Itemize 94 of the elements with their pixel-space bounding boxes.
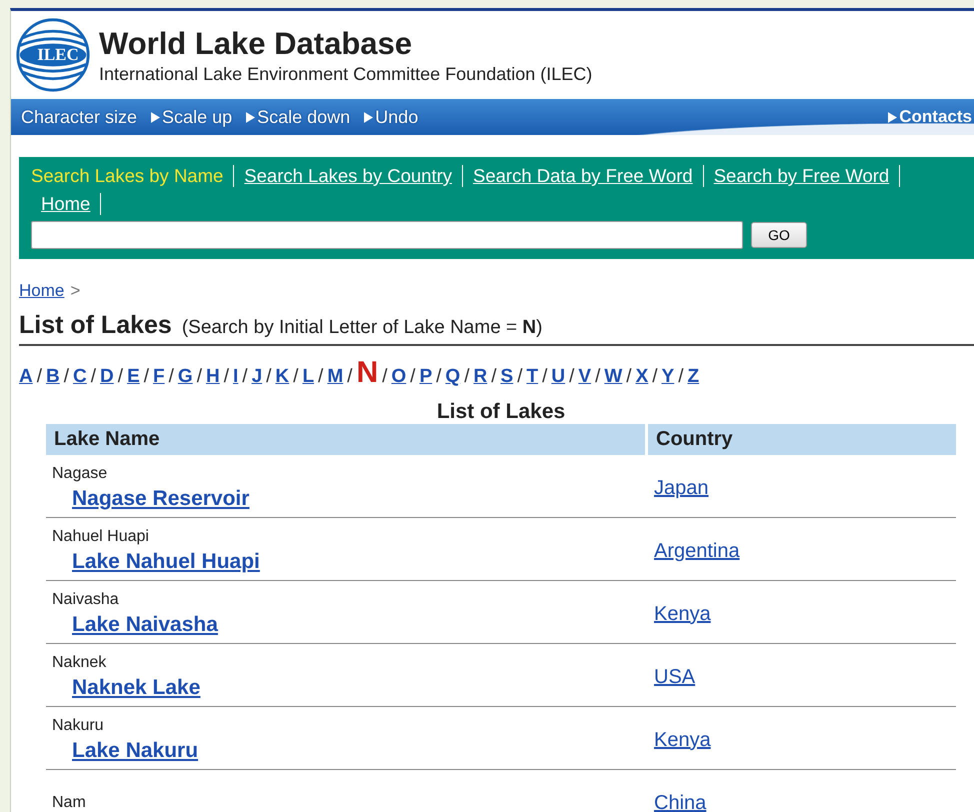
letter-link[interactable]: B [46, 366, 60, 388]
letter-separator: / [382, 366, 388, 388]
country-link[interactable]: USA [654, 666, 696, 688]
column-header: Country [648, 424, 956, 455]
letter-link[interactable]: Z [688, 366, 700, 388]
letter-separator: / [90, 366, 96, 388]
country-link[interactable]: Kenya [654, 602, 711, 624]
letter-separator: / [410, 366, 416, 388]
letter-separator: / [293, 366, 298, 388]
triangle-icon [246, 112, 256, 122]
letter-separator: / [436, 366, 442, 388]
letter-link[interactable]: M [327, 366, 344, 388]
letter-link[interactable]: S [500, 366, 514, 388]
contacts-link[interactable]: Contacts [899, 107, 972, 127]
go-button[interactable]: GO [751, 222, 807, 248]
letter-link[interactable]: A [19, 366, 33, 388]
logo-icon [15, 17, 91, 93]
letter-separator: / [266, 366, 272, 388]
lake-short-name: Nagase [52, 465, 108, 483]
letter-separator: / [595, 366, 600, 388]
lake-name-link[interactable]: Lake Nakuru [72, 739, 198, 763]
lake-short-name: Naknek [52, 654, 108, 672]
search-note: (Search by Initial Letter of Lake Name = N) [182, 317, 542, 339]
country-link[interactable]: Japan [654, 476, 708, 498]
site-subtitle: International Lake Environment Committee Foundation (ILEC) [99, 64, 592, 84]
page-title: List of Lakes [19, 311, 172, 340]
letter-link[interactable]: J [252, 366, 262, 388]
breadcrumb-separator: > [70, 281, 80, 301]
lake-short-name: Nahuel Huapi [52, 528, 150, 546]
letter-link[interactable]: D [100, 366, 114, 388]
letter-separator: / [347, 366, 352, 388]
letter-separator: / [144, 366, 150, 388]
letter-link[interactable]: U [551, 366, 566, 388]
letter-separator: / [464, 366, 470, 388]
lake-name-link[interactable]: Lake Naivasha [72, 613, 218, 637]
letter-separator: / [168, 366, 174, 388]
toolbar-link[interactable]: Scale down [257, 106, 350, 128]
lake-name-link[interactable]: Nagase Reservoir [72, 487, 250, 511]
table-caption: List of Lakes [436, 400, 566, 424]
letter-separator: / [678, 366, 684, 388]
letter-separator: / [569, 366, 574, 388]
lake-short-name: Naivasha [52, 591, 120, 609]
toolbar-link[interactable]: Undo [375, 106, 418, 128]
letter-link[interactable]: L [302, 366, 314, 388]
column-header: Lake Name [46, 424, 648, 455]
character-size-label: Character size [21, 106, 138, 128]
letter-link[interactable]: N [356, 356, 378, 390]
search-tab[interactable]: Search by Free Word [704, 165, 900, 187]
country-link[interactable]: Kenya [654, 728, 711, 750]
letter-link[interactable]: O [391, 366, 406, 388]
search-tab[interactable]: Search Data by Free Word [463, 165, 704, 187]
logo-text: ILEC [36, 45, 80, 65]
letter-separator: / [318, 366, 324, 388]
letter-link[interactable]: Y [662, 366, 674, 388]
letter-separator: / [517, 366, 522, 388]
letter-link[interactable]: X [636, 366, 648, 388]
country-link[interactable]: China [654, 792, 706, 812]
letter-separator: / [491, 366, 496, 388]
letter-link[interactable]: P [419, 366, 432, 388]
letter-separator: / [36, 366, 42, 388]
letter-link[interactable]: R [473, 366, 488, 388]
letter-link[interactable]: V [578, 366, 592, 388]
letter-link[interactable]: F [153, 366, 165, 388]
letter-link[interactable]: W [604, 366, 622, 388]
letter-link[interactable]: K [275, 366, 290, 388]
search-tab[interactable]: Search Lakes by Country [234, 165, 464, 187]
letter-separator: / [542, 366, 548, 388]
toolbar-link[interactable]: Scale up [162, 106, 232, 128]
letter-link[interactable]: I [233, 366, 238, 388]
letter-link[interactable]: E [127, 366, 140, 388]
letter-separator: / [196, 366, 202, 388]
search-tab[interactable]: Home [31, 193, 102, 215]
letter-separator: / [64, 366, 70, 388]
letter-link[interactable]: Q [445, 366, 460, 388]
triangle-icon [151, 112, 160, 122]
triangle-icon [364, 112, 374, 122]
letter-link[interactable]: T [526, 366, 538, 388]
lake-short-name: Nakuru [52, 717, 105, 735]
site-title: World Lake Database [99, 26, 413, 62]
letter-separator: / [118, 366, 124, 388]
country-link[interactable]: Argentina [654, 540, 740, 562]
letter-link[interactable]: C [73, 366, 87, 388]
lake-name-link[interactable]: Naknek Lake [72, 676, 200, 700]
letter-separator: / [626, 366, 632, 388]
breadcrumb-link[interactable]: Home [19, 281, 64, 301]
triangle-icon [888, 112, 898, 122]
letter-separator: / [224, 366, 229, 388]
letter-separator: / [242, 366, 248, 388]
letter-link[interactable]: H [206, 366, 220, 388]
letter-link[interactable]: G [178, 366, 193, 388]
lake-name-link[interactable]: Lake Nahuel Huapi [72, 550, 260, 574]
search-field[interactable] [31, 221, 743, 249]
lake-short-name: Nam [52, 794, 87, 812]
letter-separator: / [652, 366, 658, 388]
